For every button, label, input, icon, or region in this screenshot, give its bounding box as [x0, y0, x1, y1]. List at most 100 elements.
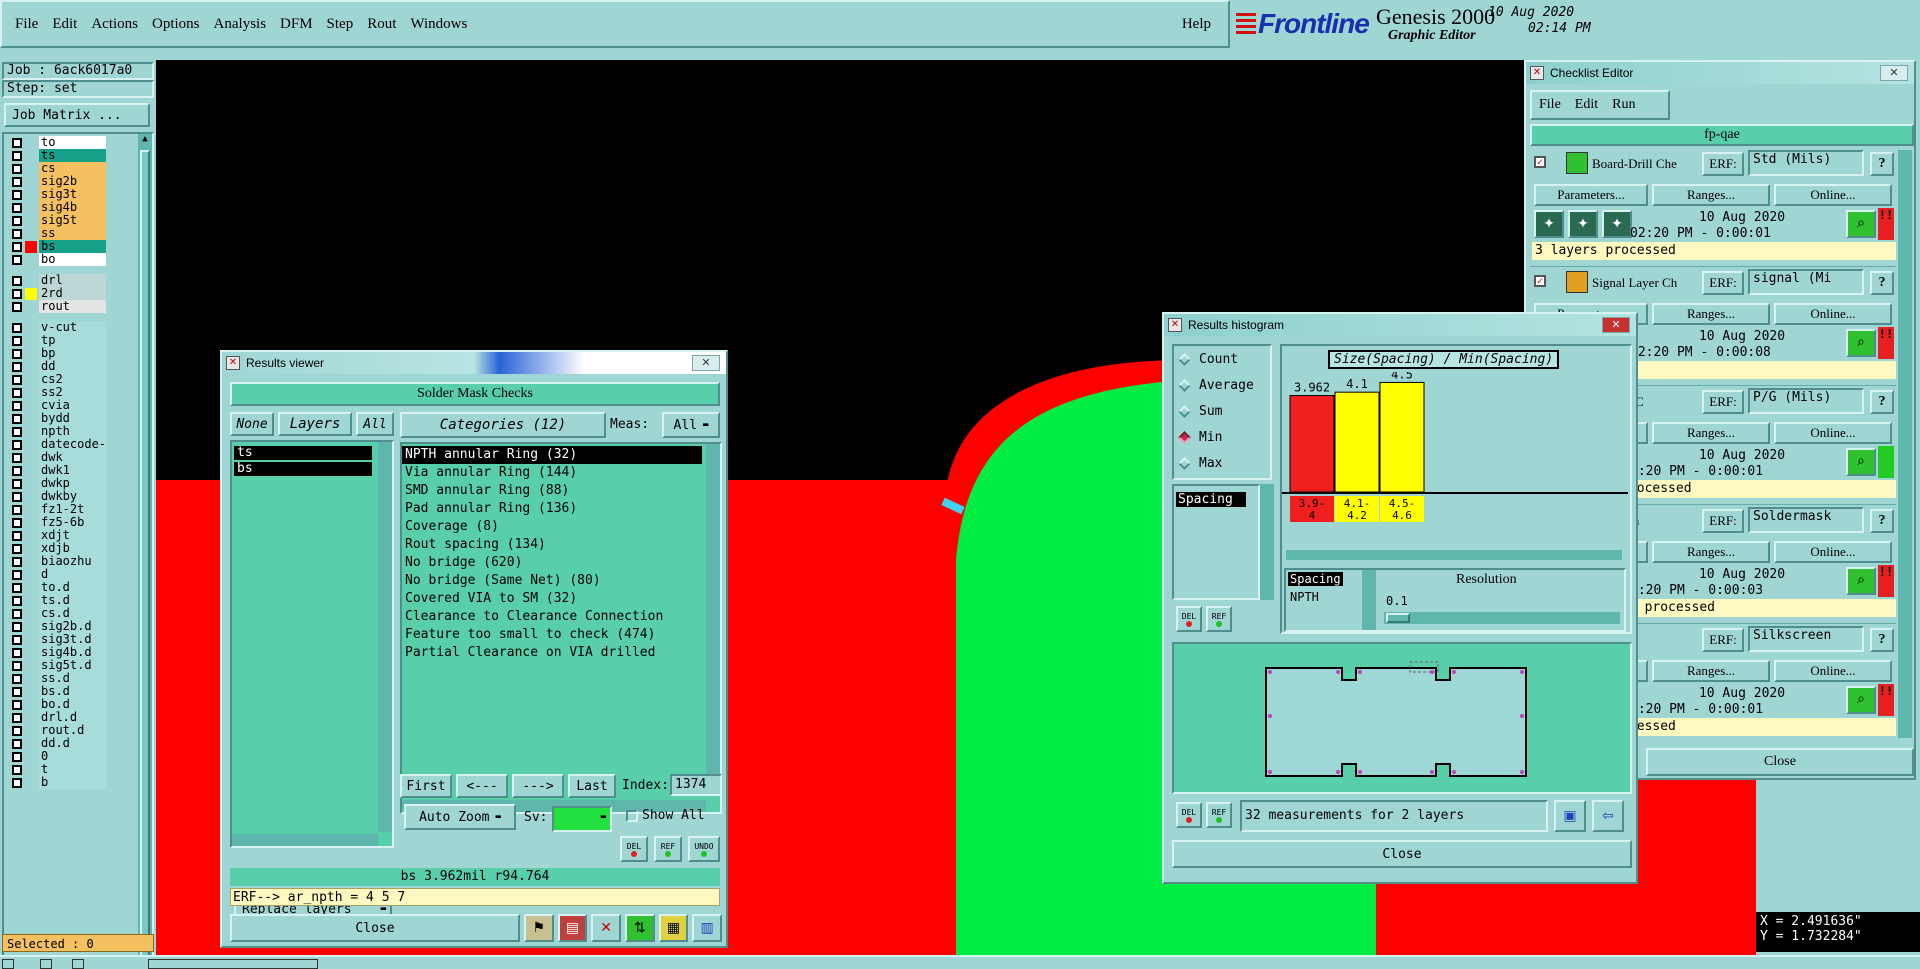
rv-layer-item[interactable]: bs	[234, 462, 372, 476]
layer-row[interactable]: fz1-2t	[4, 503, 106, 516]
layer-row[interactable]: cs	[4, 162, 106, 175]
layer-checkbox[interactable]	[12, 777, 22, 788]
bottom-icon-3[interactable]	[72, 959, 84, 969]
close-window-icon[interactable]: ✕	[692, 355, 720, 371]
layer-row[interactable]: bydd	[4, 412, 106, 425]
layer-checkbox[interactable]	[12, 608, 22, 619]
run-icon[interactable]: ✦	[1534, 210, 1564, 238]
layer-checkbox[interactable]	[12, 413, 22, 424]
ranges-button[interactable]: Ranges...	[1652, 422, 1770, 444]
checklist-close-button[interactable]: Close	[1646, 748, 1914, 776]
menu-windows[interactable]: Windows	[403, 2, 474, 46]
layer-row[interactable]: sig5t.d	[4, 659, 106, 672]
menu-analysis[interactable]: Analysis	[207, 2, 274, 46]
online-button[interactable]: Online...	[1774, 660, 1892, 682]
layer-checkbox[interactable]	[12, 301, 22, 312]
category-item[interactable]: Via annular Ring (144)	[402, 464, 702, 482]
layer-row[interactable]: bo	[4, 253, 106, 266]
resolution-slider[interactable]	[1384, 612, 1620, 624]
tool-icon-bars[interactable]: ▥	[692, 914, 722, 942]
params-button[interactable]: Parameters...	[1534, 184, 1648, 206]
layer-row[interactable]: dwk1	[4, 464, 106, 477]
first-button[interactable]: First	[400, 774, 452, 798]
layer-checkbox[interactable]	[12, 348, 22, 359]
job-matrix-button[interactable]: Job Matrix ...	[4, 103, 150, 127]
histogram-bar[interactable]	[1289, 395, 1335, 493]
menu-rout[interactable]: Rout	[360, 2, 403, 46]
layer-row[interactable]: dd.d	[4, 737, 106, 750]
menu-dfm[interactable]: DFM	[273, 2, 320, 46]
layer-checkbox[interactable]	[12, 215, 22, 226]
layer-checkbox[interactable]	[12, 530, 22, 541]
histogram-list-item[interactable]: Spacing	[1176, 492, 1246, 507]
category-item[interactable]: Partial Clearance on VIA drilled	[402, 644, 702, 662]
preview-ref-button[interactable]: REF	[1206, 802, 1232, 828]
help-icon[interactable]: ?	[1870, 152, 1894, 176]
layer-row[interactable]: b	[4, 776, 106, 789]
histogram-list-scrollbar[interactable]	[1260, 484, 1274, 600]
layer-row[interactable]: rout.d	[4, 724, 106, 737]
layer-checkbox[interactable]	[12, 673, 22, 684]
none-button[interactable]: None	[230, 412, 274, 436]
rv-layer-vscroll[interactable]	[378, 442, 392, 832]
layer-row[interactable]: 0	[4, 750, 106, 763]
online-button[interactable]: Online...	[1774, 303, 1892, 325]
layer-checkbox[interactable]	[12, 634, 22, 645]
category-item[interactable]: Pad annular Ring (136)	[402, 500, 702, 518]
layer-checkbox[interactable]	[12, 452, 22, 463]
online-button[interactable]: Online...	[1774, 422, 1892, 444]
erf-value-field[interactable]: P/G (Mils)	[1748, 388, 1864, 414]
layer-row[interactable]: cs2	[4, 373, 106, 386]
checklist-menu-run[interactable]: Run	[1605, 97, 1642, 113]
layer-checkbox[interactable]	[12, 163, 22, 174]
erf-value-field[interactable]: Soldermask	[1748, 507, 1864, 533]
online-button[interactable]: Online...	[1774, 541, 1892, 563]
layer-checkbox[interactable]	[12, 241, 22, 252]
run-icon[interactable]: ✦	[1602, 210, 1632, 238]
zoom-icon[interactable]: ⌕	[1846, 210, 1876, 238]
tool-icon-doc[interactable]: ▦	[658, 914, 689, 942]
tool-icon-figure[interactable]: ⚑	[523, 914, 554, 942]
run-icon[interactable]: ✦	[1568, 210, 1598, 238]
layer-row[interactable]: sig2b	[4, 175, 106, 188]
erf-value-field[interactable]: signal (Mi	[1748, 269, 1864, 295]
export-icon-1[interactable]: ▣	[1554, 800, 1586, 832]
del-button[interactable]: DEL	[620, 836, 648, 862]
export-icon-2[interactable]: ⇦	[1592, 800, 1624, 832]
all-layers-button[interactable]: All	[356, 412, 394, 436]
layer-checkbox[interactable]	[12, 374, 22, 385]
tool-icon-cross[interactable]: ✕	[591, 914, 621, 942]
item-check-icon[interactable]: ✓	[1534, 156, 1546, 168]
erf-value-field[interactable]: Silkscreen	[1748, 626, 1864, 652]
scroll-thumb[interactable]	[140, 150, 150, 960]
layer-row[interactable]: dwkp	[4, 477, 106, 490]
bottom-field[interactable]	[148, 959, 318, 969]
menu-edit[interactable]: Edit	[45, 2, 84, 46]
prev-button[interactable]: <---	[456, 774, 508, 798]
layer-row[interactable]: bs	[4, 240, 106, 253]
layer-row[interactable]: ss2	[4, 386, 106, 399]
help-icon[interactable]: ?	[1870, 509, 1894, 533]
layer-checkbox[interactable]	[12, 712, 22, 723]
bottom-icon-1[interactable]	[2, 959, 14, 969]
layer-checkbox[interactable]	[12, 764, 22, 775]
categories-button[interactable]: Categories (12)	[400, 412, 606, 438]
layer-checkbox[interactable]	[12, 725, 22, 736]
layer-checkbox[interactable]	[12, 621, 22, 632]
layer-row[interactable]: sig3t	[4, 188, 106, 201]
layer-checkbox[interactable]	[12, 150, 22, 161]
menu-options[interactable]: Options	[145, 2, 207, 46]
layer-checkbox[interactable]	[12, 751, 22, 762]
menu-actions[interactable]: Actions	[84, 2, 145, 46]
results-viewer-titlebar[interactable]: ✕ Results viewer ✕	[222, 352, 726, 374]
bottom-icon-2[interactable]	[40, 959, 52, 969]
category-item[interactable]: SMD annular Ring (88)	[402, 482, 702, 500]
mode-radio-max[interactable]: Max	[1174, 450, 1270, 476]
layer-row[interactable]: xdjt	[4, 529, 106, 542]
layer-row[interactable]: xdjb	[4, 542, 106, 555]
layer-row[interactable]: dd	[4, 360, 106, 373]
layer-checkbox[interactable]	[12, 491, 22, 502]
help-icon[interactable]: ?	[1870, 390, 1894, 414]
resolution-slider-thumb[interactable]	[1386, 613, 1410, 623]
menu-file[interactable]: File	[8, 2, 45, 46]
